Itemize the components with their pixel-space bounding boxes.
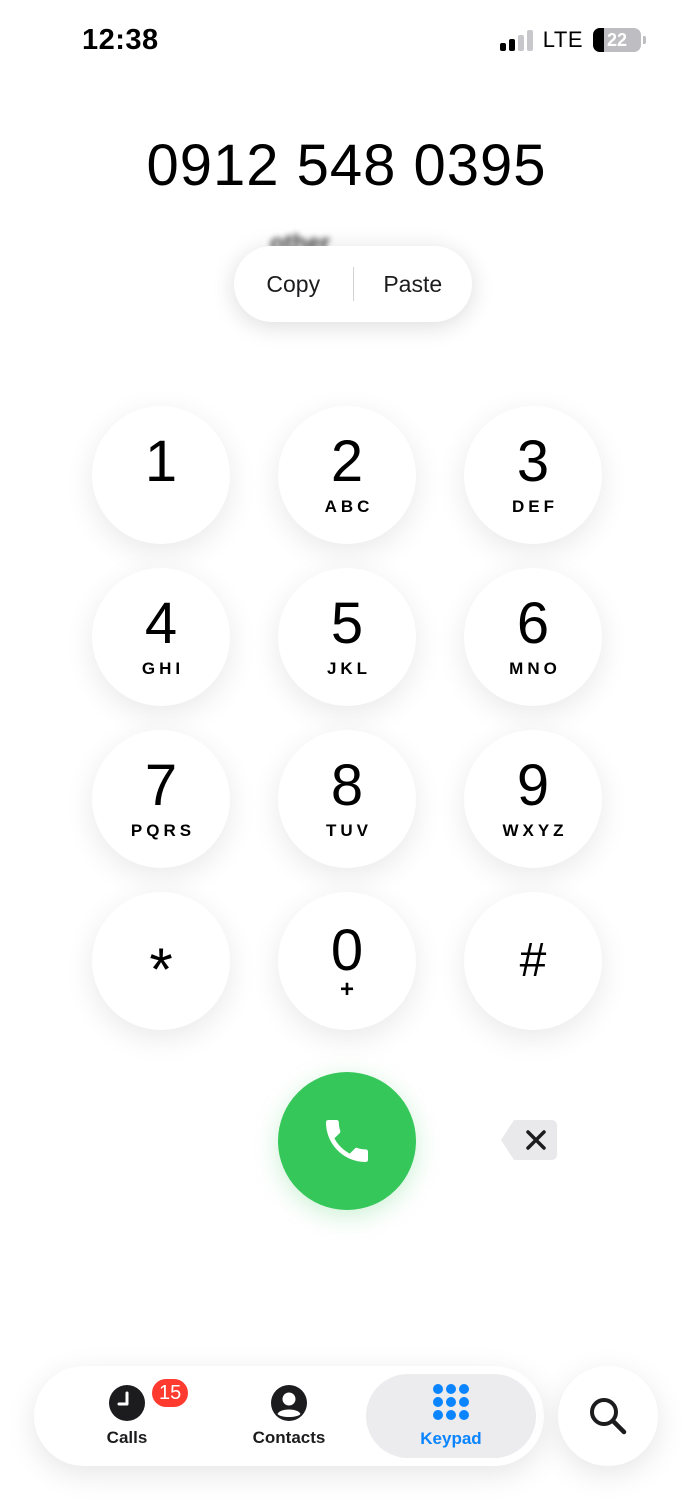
key-digit: 7: [144, 753, 178, 818]
copy-button[interactable]: Copy: [234, 271, 353, 298]
key-letters: PQRS: [130, 821, 196, 840]
battery-icon: 22: [593, 28, 646, 52]
tab-calls-label: Calls: [106, 1428, 148, 1447]
paste-button[interactable]: Paste: [354, 271, 473, 298]
key-letters: DEF: [512, 497, 558, 516]
backspace-icon: [501, 1120, 557, 1160]
key-letters: JKL: [326, 659, 372, 678]
key-star[interactable]: *: [92, 892, 230, 1030]
key-2[interactable]: 2 ABC: [278, 406, 416, 544]
key-0[interactable]: 0 +: [278, 892, 416, 1030]
phone-icon: [326, 1120, 368, 1162]
keypad-grid-icon: [433, 1384, 469, 1420]
person-circle-icon: [271, 1385, 307, 1421]
tab-bar: Calls 15 Contacts Keypad: [34, 1366, 544, 1466]
key-digit: 2: [330, 429, 364, 494]
key-hash[interactable]: #: [464, 892, 602, 1030]
status-indicators: LTE 22: [499, 27, 646, 53]
tab-contacts-label: Contacts: [252, 1428, 326, 1447]
key-9[interactable]: 9 WXYZ: [464, 730, 602, 868]
tab-calls[interactable]: Calls 15: [42, 1366, 212, 1466]
key-digit: 0: [330, 918, 364, 983]
key-digit: *: [149, 936, 173, 1003]
copy-paste-menu: Copy Paste: [234, 246, 472, 322]
key-5[interactable]: 5 JKL: [278, 568, 416, 706]
key-letters: ABC: [324, 497, 374, 516]
network-type: LTE: [542, 27, 583, 52]
key-letters: TUV: [326, 821, 372, 840]
tab-contacts[interactable]: Contacts: [204, 1366, 374, 1466]
key-7[interactable]: 7 PQRS: [92, 730, 230, 868]
delete-button[interactable]: [500, 1118, 558, 1162]
key-digit: 6: [516, 591, 550, 656]
key-letters: MNO: [509, 659, 561, 678]
key-letters: GHI: [141, 659, 185, 678]
call-button[interactable]: [278, 1072, 416, 1210]
search-icon: [590, 1398, 627, 1435]
search-button[interactable]: [558, 1366, 658, 1466]
key-4[interactable]: 4 GHI: [92, 568, 230, 706]
key-digit: 5: [330, 591, 364, 656]
clock-icon: [109, 1385, 145, 1421]
key-digit: 9: [516, 753, 550, 818]
key-digit: 8: [330, 753, 364, 818]
key-digit: 3: [516, 429, 550, 494]
key-3[interactable]: 3 DEF: [464, 406, 602, 544]
tab-keypad-label: Keypad: [420, 1429, 482, 1448]
dialed-number[interactable]: 0912 548 0395: [0, 132, 693, 199]
key-1[interactable]: 1: [92, 406, 230, 544]
key-8[interactable]: 8 TUV: [278, 730, 416, 868]
status-time: 12:38: [82, 24, 159, 56]
cellular-signal-icon: [499, 29, 533, 51]
tab-keypad[interactable]: Keypad: [366, 1374, 536, 1458]
key-6[interactable]: 6 MNO: [464, 568, 602, 706]
missed-calls-badge: 15: [150, 1377, 191, 1409]
battery-level: 22: [606, 29, 628, 50]
key-letters: WXYZ: [502, 821, 568, 840]
status-bar: 12:38 LTE 22: [0, 0, 693, 84]
key-plus: +: [339, 976, 354, 1003]
key-digit: 4: [144, 591, 178, 656]
key-digit: 1: [144, 429, 178, 494]
key-digit: #: [519, 934, 547, 987]
